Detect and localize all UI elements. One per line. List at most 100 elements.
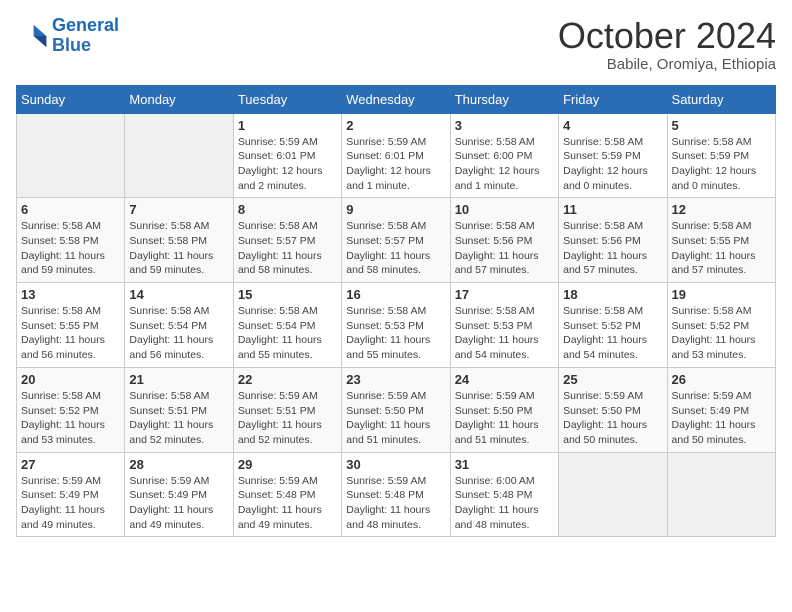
- calendar-cell: 17 Sunrise: 5:58 AMSunset: 5:53 PMDayligh…: [450, 283, 558, 368]
- day-info: Sunrise: 5:59 AMSunset: 5:49 PMDaylight:…: [21, 474, 120, 533]
- day-number: 8: [238, 202, 337, 217]
- day-info: Sunrise: 5:59 AMSunset: 5:48 PMDaylight:…: [346, 474, 445, 533]
- calendar-cell: 1Sunrise: 5:59 AMSunset: 6:01 PMDaylight…: [233, 113, 341, 198]
- calendar-cell: [17, 113, 125, 198]
- day-number: 13: [21, 287, 120, 302]
- day-number: 27: [21, 457, 120, 472]
- day-info: Sunrise: 5:59 AMSunset: 5:48 PMDaylight:…: [238, 474, 337, 533]
- day-info: Sunrise: 5:59 AMSunset: 5:50 PMDaylight:…: [346, 389, 445, 448]
- day-number: 4: [563, 118, 662, 133]
- logo: General Blue: [16, 16, 119, 56]
- weekday-header: Wednesday: [342, 85, 450, 113]
- location-subtitle: Babile, Oromiya, Ethiopia: [558, 56, 776, 73]
- day-number: 30: [346, 457, 445, 472]
- calendar-cell: 7 Sunrise: 5:58 AMSunset: 5:58 PMDaylight…: [125, 198, 233, 283]
- calendar-cell: 20 Sunrise: 5:58 AMSunset: 5:52 PMDayligh…: [17, 367, 125, 452]
- day-number: 29: [238, 457, 337, 472]
- day-number: 6: [21, 202, 120, 217]
- logo-icon: [16, 20, 48, 52]
- day-number: 10: [455, 202, 554, 217]
- day-number: 16: [346, 287, 445, 302]
- day-info: Sunrise: 5:59 AMSunset: 5:49 PMDaylight:…: [129, 474, 228, 533]
- calendar-week-row: 20 Sunrise: 5:58 AMSunset: 5:52 PMDayligh…: [17, 367, 776, 452]
- calendar-cell: 29 Sunrise: 5:59 AMSunset: 5:48 PMDayligh…: [233, 452, 341, 537]
- day-info: Sunrise: 5:58 AMSunset: 5:57 PMDaylight:…: [346, 219, 445, 278]
- day-info: Sunrise: 5:59 AMSunset: 5:50 PMDaylight:…: [455, 389, 554, 448]
- calendar-cell: 9 Sunrise: 5:58 AMSunset: 5:57 PMDaylight…: [342, 198, 450, 283]
- day-info: Sunrise: 5:58 AMSunset: 5:59 PMDaylight:…: [563, 135, 662, 194]
- weekday-header: Tuesday: [233, 85, 341, 113]
- calendar-cell: 30 Sunrise: 5:59 AMSunset: 5:48 PMDayligh…: [342, 452, 450, 537]
- calendar-cell: [667, 452, 775, 537]
- calendar-cell: 16Sunrise: 5:58 AMSunset: 5:53 PMDayligh…: [342, 283, 450, 368]
- day-info: Sunrise: 5:59 AMSunset: 5:49 PMDaylight:…: [672, 389, 771, 448]
- calendar-cell: 15Sunrise: 5:58 AMSunset: 5:54 PMDayligh…: [233, 283, 341, 368]
- day-info: Sunrise: 5:58 AMSunset: 5:55 PMDaylight:…: [672, 219, 771, 278]
- calendar-cell: 19Sunrise: 5:58 AMSunset: 5:52 PMDayligh…: [667, 283, 775, 368]
- calendar-cell: [125, 113, 233, 198]
- weekday-header: Thursday: [450, 85, 558, 113]
- day-info: Sunrise: 5:58 AMSunset: 5:59 PMDaylight:…: [672, 135, 771, 194]
- day-info: Sunrise: 6:00 AMSunset: 5:48 PMDaylight:…: [455, 474, 554, 533]
- day-number: 20: [21, 372, 120, 387]
- calendar-cell: 25 Sunrise: 5:59 AMSunset: 5:50 PMDayligh…: [559, 367, 667, 452]
- title-area: October 2024 Babile, Oromiya, Ethiopia: [558, 16, 776, 73]
- calendar-week-row: 13 Sunrise: 5:58 AMSunset: 5:55 PMDayligh…: [17, 283, 776, 368]
- calendar-cell: 31 Sunrise: 6:00 AMSunset: 5:48 PMDayligh…: [450, 452, 558, 537]
- weekday-header: Monday: [125, 85, 233, 113]
- day-info: Sunrise: 5:58 AMSunset: 5:58 PMDaylight:…: [129, 219, 228, 278]
- day-info: Sunrise: 5:59 AMSunset: 6:01 PMDaylight:…: [346, 135, 445, 194]
- page-header: General Blue October 2024 Babile, Oromiy…: [16, 16, 776, 73]
- calendar-cell: 5 Sunrise: 5:58 AMSunset: 5:59 PMDaylight…: [667, 113, 775, 198]
- calendar-cell: 10 Sunrise: 5:58 AMSunset: 5:56 PMDayligh…: [450, 198, 558, 283]
- day-number: 18: [563, 287, 662, 302]
- calendar-cell: 22Sunrise: 5:59 AMSunset: 5:51 PMDayligh…: [233, 367, 341, 452]
- day-number: 21: [129, 372, 228, 387]
- calendar-cell: 4 Sunrise: 5:58 AMSunset: 5:59 PMDaylight…: [559, 113, 667, 198]
- calendar-body: 1 Sunrise: 5:59 AMSunset: 6:01 PMDaylight…: [17, 113, 776, 537]
- weekday-header: Saturday: [667, 85, 775, 113]
- calendar-cell: 13 Sunrise: 5:58 AMSunset: 5:55 PMDayligh…: [17, 283, 125, 368]
- calendar-week-row: 1 Sunrise: 5:59 AMSunset: 6:01 PMDaylight…: [17, 113, 776, 198]
- day-number: 7: [129, 202, 228, 217]
- day-info: Sunrise: 5:59 AMSunset: 5:51 PMDaylight:…: [238, 389, 337, 448]
- day-info: Sunrise: 5:58 AMSunset: 5:52 PMDaylight:…: [563, 304, 662, 363]
- day-info: Sunrise: 5:58 AMSunset: 5:56 PMDaylight:…: [563, 219, 662, 278]
- day-info: Sunrise: 5:58 AMSunset: 5:53 PMDaylight:…: [455, 304, 554, 363]
- day-number: 28: [129, 457, 228, 472]
- day-number: 17: [455, 287, 554, 302]
- day-number: 15: [238, 287, 337, 302]
- weekday-header: Friday: [559, 85, 667, 113]
- day-number: 26: [672, 372, 771, 387]
- day-number: 19: [672, 287, 771, 302]
- month-title: October 2024: [558, 16, 776, 56]
- day-number: 1: [238, 118, 337, 133]
- calendar-cell: 28 Sunrise: 5:59 AMSunset: 5:49 PMDayligh…: [125, 452, 233, 537]
- day-info: Sunrise: 5:58 AMSunset: 5:55 PMDaylight:…: [21, 304, 120, 363]
- day-number: 31: [455, 457, 554, 472]
- day-number: 3: [455, 118, 554, 133]
- day-number: 9: [346, 202, 445, 217]
- day-info: Sunrise: 5:58 AMSunset: 5:51 PMDaylight:…: [129, 389, 228, 448]
- calendar-week-row: 27 Sunrise: 5:59 AMSunset: 5:49 PMDayligh…: [17, 452, 776, 537]
- calendar-cell: 2Sunrise: 5:59 AMSunset: 6:01 PMDaylight…: [342, 113, 450, 198]
- calendar-cell: 23Sunrise: 5:59 AMSunset: 5:50 PMDayligh…: [342, 367, 450, 452]
- day-info: Sunrise: 5:59 AMSunset: 5:50 PMDaylight:…: [563, 389, 662, 448]
- day-info: Sunrise: 5:58 AMSunset: 5:52 PMDaylight:…: [21, 389, 120, 448]
- calendar-cell: 3 Sunrise: 5:58 AMSunset: 6:00 PMDaylight…: [450, 113, 558, 198]
- weekday-header: Sunday: [17, 85, 125, 113]
- logo-text: General Blue: [52, 16, 119, 56]
- calendar-table: SundayMondayTuesdayWednesdayThursdayFrid…: [16, 85, 776, 538]
- day-number: 25: [563, 372, 662, 387]
- day-info: Sunrise: 5:58 AMSunset: 6:00 PMDaylight:…: [455, 135, 554, 194]
- day-info: Sunrise: 5:58 AMSunset: 5:57 PMDaylight:…: [238, 219, 337, 278]
- calendar-cell: 26 Sunrise: 5:59 AMSunset: 5:49 PMDayligh…: [667, 367, 775, 452]
- calendar-cell: 6 Sunrise: 5:58 AMSunset: 5:58 PMDaylight…: [17, 198, 125, 283]
- calendar-cell: 14Sunrise: 5:58 AMSunset: 5:54 PMDayligh…: [125, 283, 233, 368]
- calendar-cell: 21 Sunrise: 5:58 AMSunset: 5:51 PMDayligh…: [125, 367, 233, 452]
- day-number: 24: [455, 372, 554, 387]
- day-info: Sunrise: 5:58 AMSunset: 5:58 PMDaylight:…: [21, 219, 120, 278]
- calendar-header-row: SundayMondayTuesdayWednesdayThursdayFrid…: [17, 85, 776, 113]
- day-number: 5: [672, 118, 771, 133]
- day-info: Sunrise: 5:58 AMSunset: 5:56 PMDaylight:…: [455, 219, 554, 278]
